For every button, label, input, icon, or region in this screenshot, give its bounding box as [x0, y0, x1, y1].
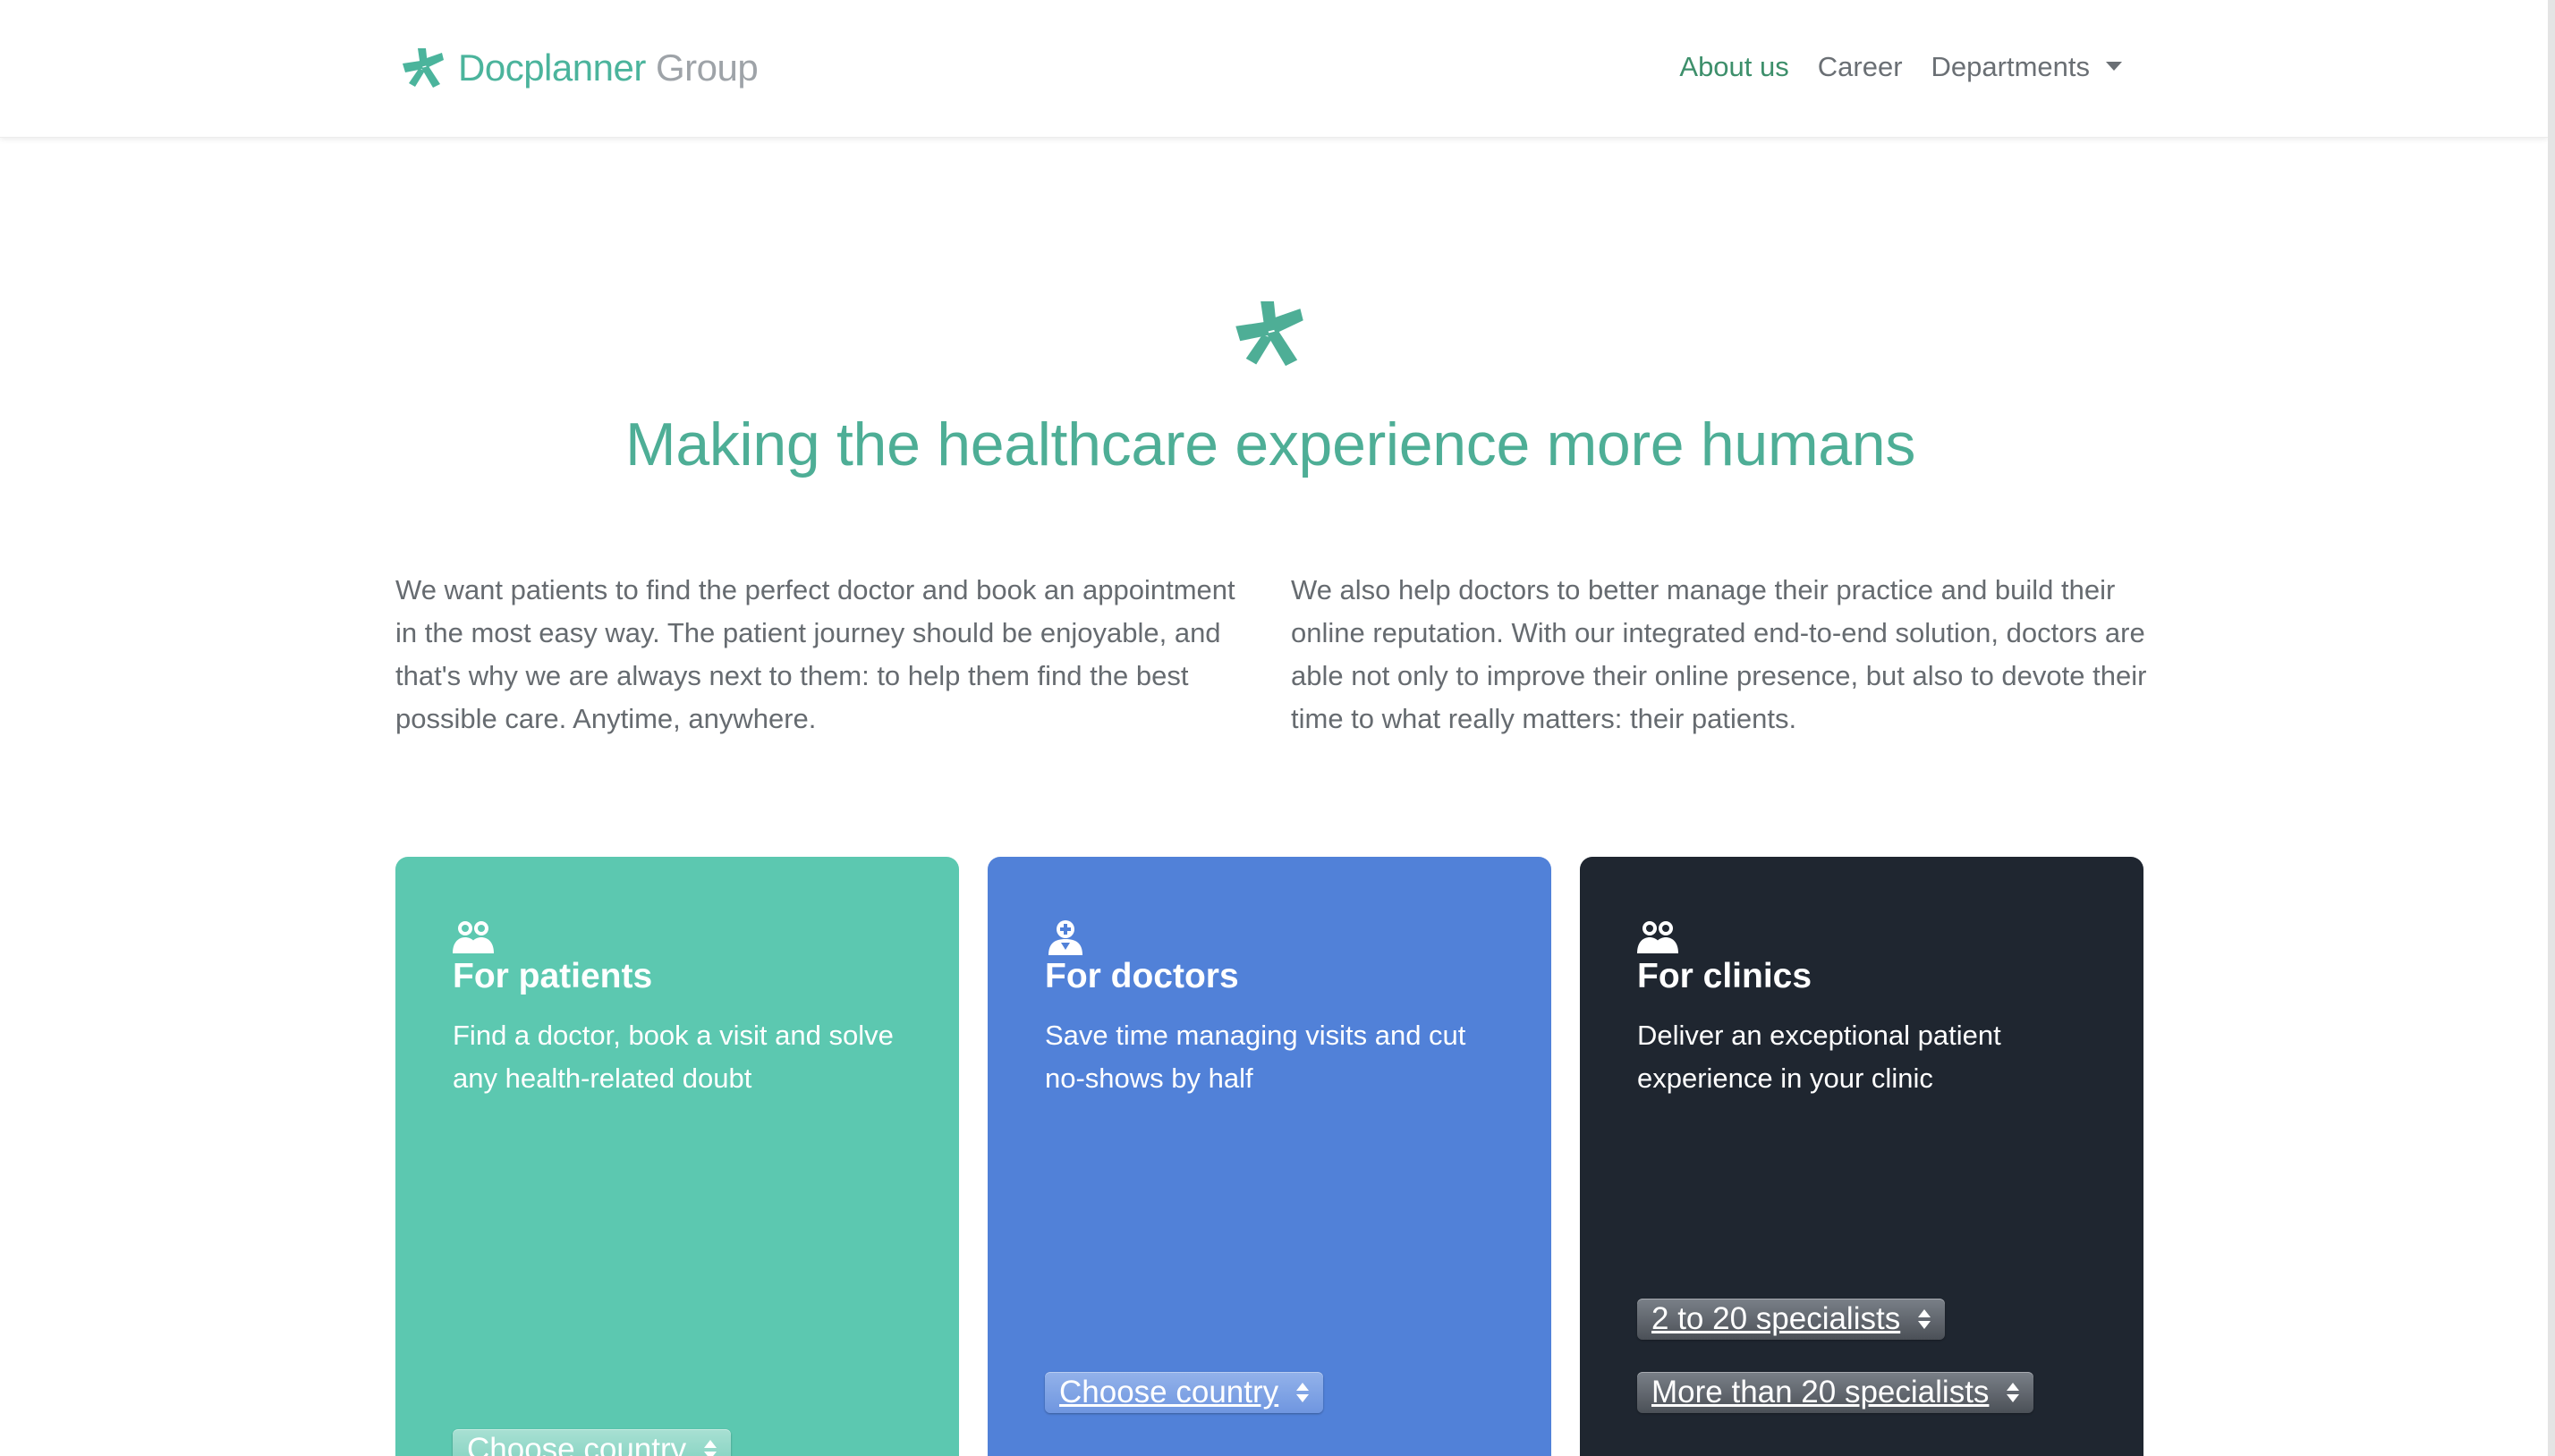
card-description: Save time managing visits and cut no-sho…	[1045, 1020, 1466, 1094]
clinics-large-select[interactable]: More than 20 specialists	[1637, 1372, 2034, 1413]
nav-career[interactable]: Career	[1818, 51, 1903, 83]
card-description: Find a doctor, book a visit and solve an…	[453, 1020, 894, 1094]
top-navbar: Docplanner Group About us Career Departm…	[0, 0, 2548, 138]
select-arrows-icon	[1296, 1383, 1310, 1402]
patients-country-select[interactable]: Choose country	[453, 1429, 732, 1456]
card-for-patients: For patients Find a doctor, book a visit…	[395, 857, 959, 1456]
docplanner-hero-logo-icon	[1235, 301, 1303, 367]
main-nav: About us Career Departments	[1679, 47, 2122, 88]
select-arrows-icon	[1918, 1309, 1931, 1329]
nav-about-us[interactable]: About us	[1679, 51, 1788, 83]
select-value: Choose country	[1059, 1375, 1279, 1409]
docplanner-logo-icon	[403, 48, 444, 88]
clinics-small-select[interactable]: 2 to 20 specialists	[1637, 1299, 1946, 1340]
doctors-country-select[interactable]: Choose country	[1045, 1372, 1324, 1413]
card-title: For patients	[453, 957, 653, 995]
page-title: Making the healthcare experience more hu…	[624, 411, 1916, 478]
intro-patients-text: We want patients to find the perfect doc…	[395, 574, 1235, 734]
card-description: Deliver an exceptional patient experienc…	[1637, 1020, 2001, 1094]
users-icon	[1637, 921, 1678, 953]
select-arrows-icon	[704, 1440, 717, 1456]
brand-name: Docplanner Group	[458, 47, 759, 89]
card-for-doctors: For doctors Save time managing visits an…	[988, 857, 1551, 1456]
card-title: For doctors	[1045, 957, 1239, 995]
select-value: Choose country	[467, 1432, 687, 1456]
doctor-icon	[1048, 920, 1082, 955]
nav-departments-label: Departments	[1931, 51, 2090, 82]
card-title: For clinics	[1637, 957, 1812, 995]
caret-down-icon	[2106, 61, 2122, 71]
brand-link[interactable]: Docplanner Group	[401, 43, 759, 93]
page-scrollbar[interactable]	[2548, 0, 2555, 1456]
select-value: More than 20 specialists	[1651, 1375, 1990, 1409]
users-icon	[453, 921, 494, 953]
intro-doctors-text: We also help doctors to better manage th…	[1291, 574, 2147, 734]
scrollbar-thumb[interactable]	[2548, 0, 2555, 1456]
select-value: 2 to 20 specialists	[1651, 1301, 1901, 1336]
nav-departments-dropdown[interactable]: Departments	[1931, 51, 2122, 83]
select-arrows-icon	[2007, 1383, 2020, 1402]
card-for-clinics: For clinics Deliver an exceptional patie…	[1580, 857, 2143, 1456]
